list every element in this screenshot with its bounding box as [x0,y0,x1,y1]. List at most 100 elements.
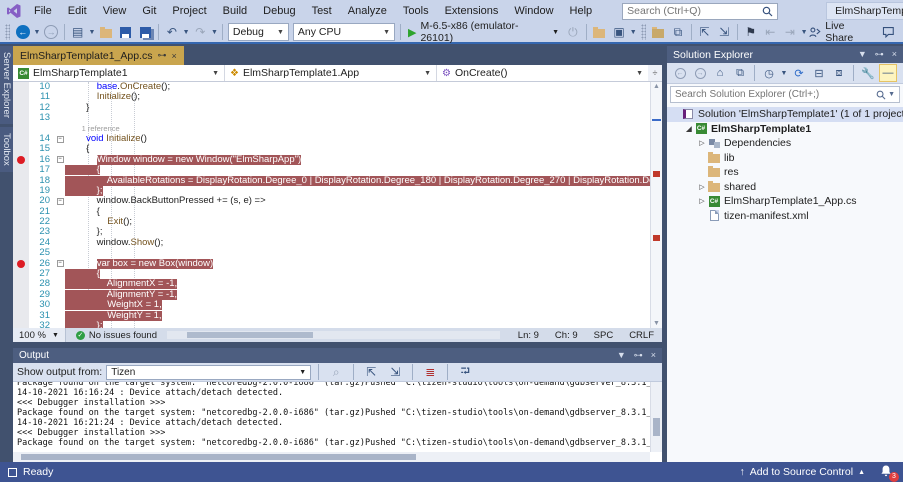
breakpoint-margin[interactable] [13,279,29,289]
split-editor-handle[interactable]: ÷ [648,65,662,81]
navigate-forward-button[interactable]: → [41,22,61,42]
eol-indicator[interactable]: CRLF [621,330,662,341]
toolbar-grip[interactable] [641,24,646,40]
tree-item[interactable]: ▷Dependencies [667,136,903,151]
tab-elmsharptemplate1-app-cs[interactable]: ElmSharpTemplate1_App.cs ⊶ × [13,46,184,65]
redo-dropdown[interactable]: ▼ [210,22,219,42]
home-icon[interactable]: ⌂ [711,64,729,82]
tree-item[interactable]: res [667,165,903,180]
open-folder-button[interactable] [96,22,116,42]
solution-search-box[interactable]: ▼ [670,86,900,103]
toolbar-overflow[interactable]: ▼ [800,22,809,42]
collapse-all-icon[interactable]: ⊟ [810,64,828,82]
refresh-icon[interactable]: ⟳ [790,64,808,82]
type-dropdown[interactable]: ❖ ElmSharpTemplate1.App ▼ [225,65,437,81]
pin-icon[interactable]: ⊶ [875,49,884,60]
close-icon[interactable]: × [651,350,656,361]
window-menu-icon[interactable]: ▼ [617,350,626,361]
breakpoint-margin[interactable] [13,103,29,113]
vscroll-thumb[interactable] [653,418,660,436]
menu-extensions[interactable]: Extensions [437,0,507,22]
output-title-bar[interactable]: Output ▼ ⊶ × [13,348,662,363]
show-all-files-icon[interactable]: ⧈ [830,64,848,82]
new-project-dropdown[interactable]: ▼ [88,22,97,42]
breakpoint-margin[interactable] [13,290,29,300]
menu-tools[interactable]: Tools [395,0,437,22]
menu-debug[interactable]: Debug [255,0,303,22]
find-message-button[interactable]: ⌕ [326,362,346,382]
breakpoint-margin[interactable] [13,227,29,237]
clear-all-button[interactable]: ≣ [420,362,440,382]
space-indicator[interactable]: SPC [586,330,622,341]
sidebar-tab-server-explorer[interactable]: Server Explorer [0,46,13,124]
breakpoint-dot[interactable] [17,156,25,164]
tree-item[interactable]: lib [667,151,903,166]
scroll-down-icon[interactable]: ▼ [651,320,662,327]
breakpoint-margin[interactable] [13,165,29,175]
word-wrap-button[interactable]: ⮒ [455,362,475,382]
platform-combo[interactable]: Any CPU▼ [293,23,395,41]
editor-vertical-scrollbar[interactable]: ▲ ▼ [650,82,662,328]
menu-project[interactable]: Project [164,0,214,22]
code-editor[interactable]: 10 base.OnCreate();11 Initialize();12 }1… [13,82,662,328]
breakpoint-margin[interactable] [13,144,29,154]
sidebar-tab-toolbox[interactable]: Toolbox [0,127,13,172]
breakpoint-margin[interactable] [13,113,29,123]
pending-changes-filter-icon[interactable]: ◷ [760,64,778,82]
hot-reload-button[interactable]: ⏻ [563,22,583,42]
expander-icon[interactable]: ▷ [697,197,707,205]
line-indicator[interactable]: Ln: 9 [510,330,547,341]
breakpoint-margin[interactable] [13,248,29,258]
forward-icon[interactable]: → [691,64,709,82]
breakpoint-margin[interactable] [13,207,29,217]
output-horizontal-scrollbar[interactable] [13,452,650,462]
tizen-emulator-button[interactable] [649,22,669,42]
save-all-button[interactable] [136,22,156,42]
fold-collapse-icon[interactable]: − [57,156,64,163]
search-input[interactable] [627,5,762,17]
bookmark-button[interactable]: ⚑ [741,22,761,42]
previous-message-button[interactable]: ⇱ [361,362,381,382]
breakpoint-margin[interactable] [13,196,29,206]
breakpoint-margin[interactable] [13,134,29,144]
output-vertical-scrollbar[interactable] [650,382,662,452]
codelens-row[interactable]: 1 reference [13,124,650,134]
breakpoint-margin[interactable] [13,176,29,186]
menu-test[interactable]: Test [304,0,340,22]
expander-icon[interactable]: ◢ [684,125,694,133]
breakpoint-margin[interactable] [13,155,29,165]
breakpoint-margin[interactable] [13,217,29,227]
device-manager-dropdown[interactable]: ▼ [629,22,638,42]
fold-collapse-icon[interactable]: − [57,136,64,143]
preview-selected-items-toggle[interactable]: — [879,64,897,82]
pin-icon[interactable]: ⊶ [634,350,643,361]
expander-icon[interactable]: ▷ [697,183,707,191]
search-options-dropdown[interactable]: ▼ [888,91,895,98]
next-message-button[interactable]: ⇲ [385,362,405,382]
background-tasks-icon[interactable] [8,468,17,477]
menu-file[interactable]: File [26,0,60,22]
breakpoint-margin[interactable] [13,259,29,269]
switch-views-icon[interactable]: ⧉ [731,64,749,82]
breakpoint-margin[interactable] [13,269,29,279]
menu-build[interactable]: Build [215,0,255,22]
window-menu-icon[interactable]: ▼ [858,49,867,60]
menu-view[interactable]: View [95,0,135,22]
filter-dropdown[interactable]: ▼ [780,64,788,82]
breakpoint-margin[interactable] [13,300,29,310]
project-dropdown[interactable]: C# ElmSharpTemplate1 ▼ [13,65,225,81]
start-debugging-button[interactable]: ▶ M-6.5-x86 (emulator-26101) ▼ [404,22,563,42]
editor-horizontal-scrollbar[interactable] [167,331,500,339]
tree-item[interactable]: ▷C#ElmSharpTemplate1_App.cs [667,194,903,209]
zoom-combo[interactable]: 100 %▼ [13,328,66,342]
deploy-button[interactable]: ⇲ [714,22,734,42]
tree-item[interactable]: ▷shared [667,180,903,195]
add-to-source-control-button[interactable]: ↑ Add to Source Control ▲ [740,466,866,478]
output-log[interactable]: Package found on the target system: "net… [13,382,650,452]
hscroll-thumb[interactable] [21,454,416,460]
redo-button[interactable]: ↷ [191,22,211,42]
menu-window[interactable]: Window [506,0,561,22]
device-manager-button[interactable]: ▣ [609,22,629,42]
new-project-button[interactable]: ▤ [68,22,88,42]
undo-button[interactable]: ↶ [162,22,182,42]
